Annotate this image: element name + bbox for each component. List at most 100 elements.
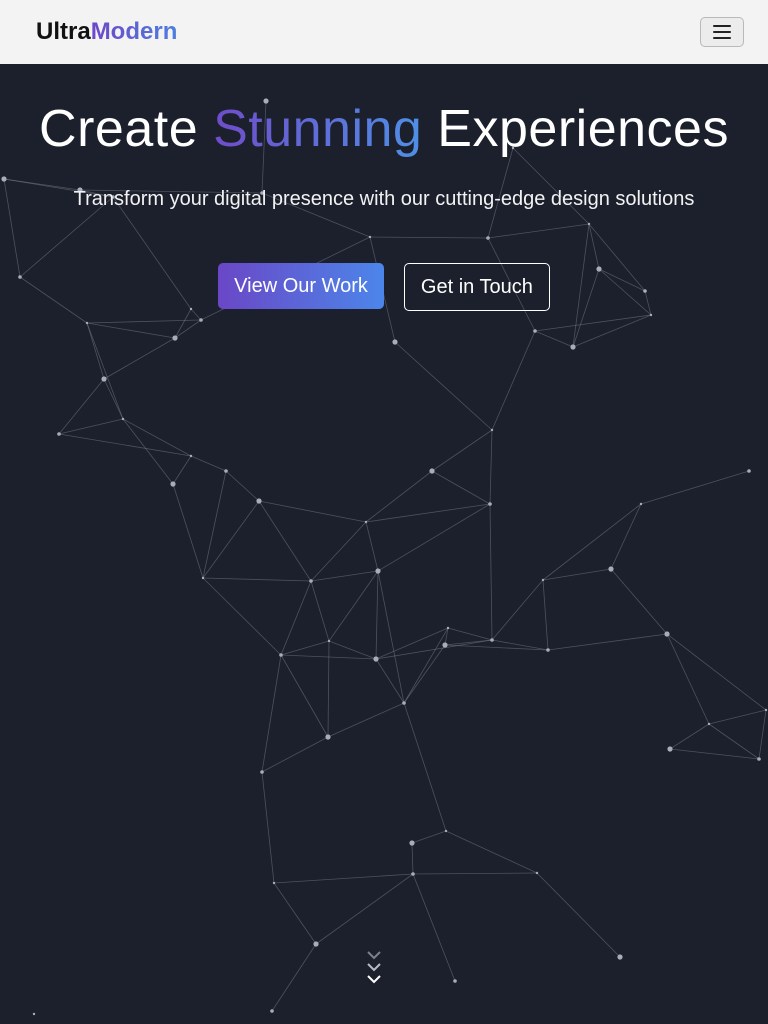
network-link — [86, 322, 176, 339]
network-node — [533, 329, 537, 333]
network-link — [174, 308, 192, 339]
network-node — [327, 639, 331, 643]
menu-toggle-button[interactable] — [700, 17, 744, 47]
network-link — [411, 830, 447, 844]
hamburger-menu-icon — [713, 25, 731, 27]
network-link — [280, 580, 312, 656]
network-link — [403, 627, 449, 704]
network-link — [708, 709, 767, 725]
network-link — [412, 872, 538, 875]
network-node — [85, 321, 89, 325]
network-link — [273, 873, 414, 884]
get-in-touch-button[interactable]: Get in Touch — [403, 263, 550, 311]
network-node — [411, 872, 415, 876]
navbar: UltraModern — [0, 0, 768, 64]
network-link — [103, 378, 124, 420]
network-link — [172, 455, 192, 485]
network-node — [270, 1009, 274, 1013]
network-link — [708, 723, 760, 760]
network-link — [666, 633, 767, 711]
network-link — [542, 503, 642, 581]
network-node — [392, 339, 398, 345]
network-link — [328, 640, 377, 660]
network-link — [365, 470, 433, 523]
network-node — [32, 1012, 36, 1016]
network-node — [490, 638, 494, 642]
network-node — [639, 502, 643, 506]
network-link — [375, 570, 379, 660]
network-link — [365, 521, 379, 572]
network-link — [172, 483, 204, 579]
network-link — [202, 577, 282, 656]
network-node — [260, 770, 264, 774]
network-node — [764, 708, 768, 712]
network-node — [664, 631, 670, 637]
network-node — [364, 520, 368, 524]
network-node — [101, 376, 107, 382]
network-node — [490, 428, 494, 432]
network-link — [103, 337, 176, 380]
network-link — [412, 873, 456, 982]
network-link — [58, 418, 124, 435]
hero-subtitle: Transform your digital presence with our… — [73, 188, 695, 210]
network-node — [546, 648, 550, 652]
network-link — [271, 943, 317, 1012]
network-link — [445, 830, 538, 874]
network-link — [489, 503, 493, 641]
network-link — [377, 503, 491, 572]
network-node — [757, 757, 761, 761]
network-link — [225, 470, 260, 502]
network-link — [328, 570, 379, 642]
network-link — [258, 500, 367, 523]
network-link — [273, 882, 317, 945]
network-link — [536, 872, 621, 958]
hero-section: Create Stunning Experiences Transform yo… — [0, 64, 768, 311]
network-node — [707, 722, 711, 726]
network-link — [403, 702, 447, 832]
network-link — [315, 873, 414, 945]
network-link — [610, 503, 642, 570]
network-node — [256, 498, 262, 504]
network-link — [310, 570, 379, 582]
network-link — [431, 429, 493, 472]
network-link — [365, 503, 491, 523]
network-link — [572, 314, 652, 348]
network-node — [309, 579, 313, 583]
network-link — [327, 702, 405, 738]
network-link — [542, 568, 612, 581]
network-link — [534, 314, 652, 332]
network-link — [547, 633, 668, 651]
network-link — [669, 748, 760, 760]
network-node — [535, 871, 539, 875]
network-node — [57, 432, 61, 436]
hero-title-start: Create — [39, 100, 214, 158]
network-link — [327, 640, 330, 738]
network-link — [261, 771, 275, 884]
network-link — [190, 455, 227, 472]
brand-logo[interactable]: UltraModern — [36, 18, 177, 46]
network-node — [201, 576, 205, 580]
network-node — [325, 734, 331, 740]
network-link — [394, 341, 493, 431]
network-link — [534, 330, 574, 348]
hero-title: Create Stunning Experiences — [0, 98, 768, 160]
network-link — [58, 378, 105, 435]
network-node — [170, 481, 176, 487]
scroll-down-indicator[interactable] — [366, 950, 382, 991]
network-link — [86, 322, 105, 380]
hero-cta-group: View Our Work Get in Touch — [0, 263, 768, 311]
hero-title-highlight: Stunning — [213, 100, 423, 158]
brand-name-primary: Ultra — [36, 18, 91, 45]
network-node — [429, 468, 435, 474]
network-link — [202, 577, 312, 582]
network-node — [667, 746, 673, 752]
view-our-work-button[interactable]: View Our Work — [218, 263, 384, 309]
network-link — [447, 627, 493, 641]
network-link — [491, 330, 536, 431]
network-link — [310, 521, 367, 582]
network-node — [442, 642, 448, 648]
network-node — [313, 941, 319, 947]
network-link — [610, 568, 668, 635]
network-link — [258, 500, 312, 582]
network-node — [199, 318, 203, 322]
